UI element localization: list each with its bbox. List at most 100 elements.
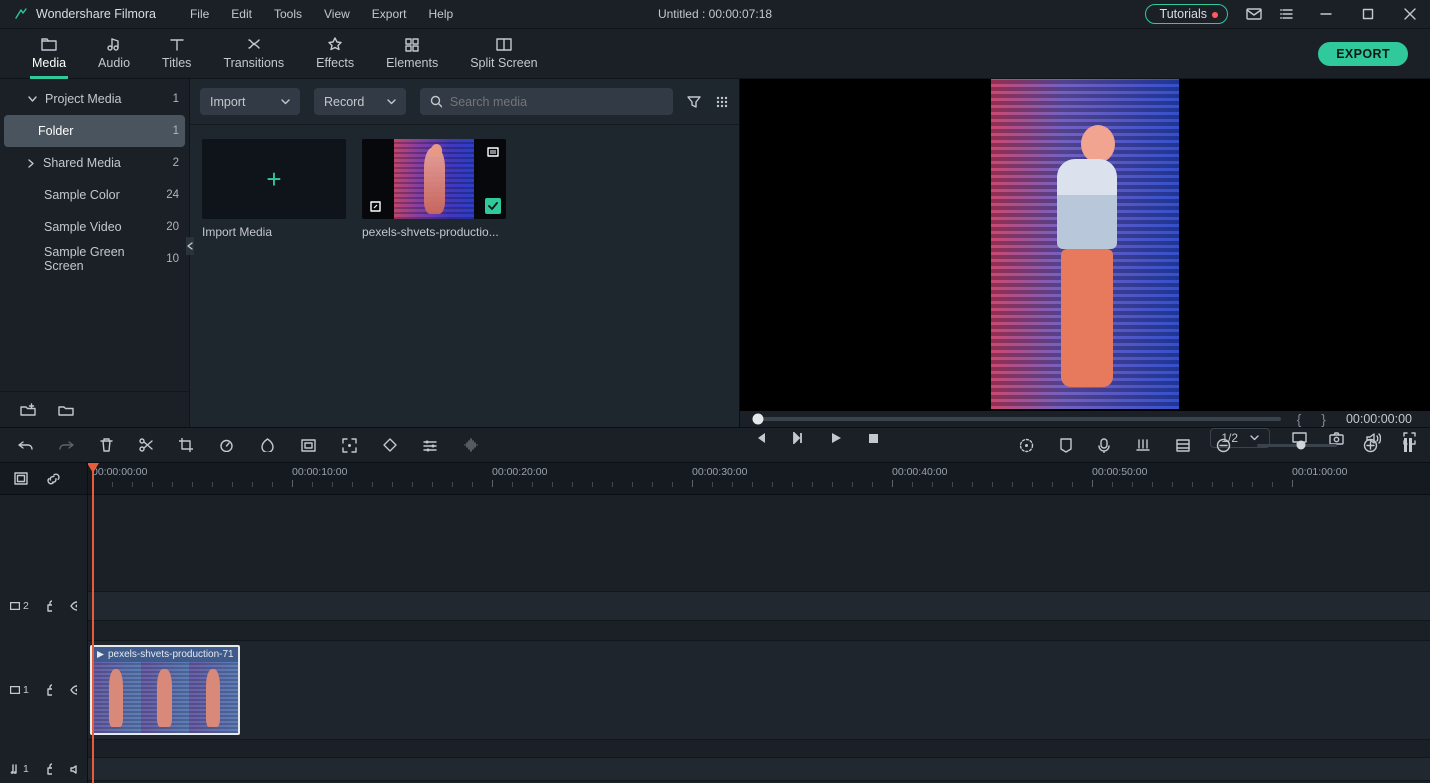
expand-icon[interactable] xyxy=(367,198,383,214)
play-pause-icon[interactable] xyxy=(792,432,804,444)
crop-icon[interactable] xyxy=(179,438,193,452)
timeline-select-icon[interactable] xyxy=(14,472,28,485)
zoom-fit-icon[interactable] xyxy=(1404,438,1412,452)
tree-sample-color[interactable]: Sample Color24 xyxy=(0,179,189,211)
audio-mixer-icon[interactable] xyxy=(1136,438,1150,452)
eye-icon[interactable] xyxy=(70,685,77,695)
media-clip-tile[interactable]: pexels-shvets-productio... xyxy=(362,139,506,239)
manage-tracks-icon[interactable] xyxy=(1176,439,1190,452)
preview-stage[interactable] xyxy=(740,79,1430,411)
clip-thumb[interactable] xyxy=(362,139,506,219)
track-lane-v2[interactable] xyxy=(88,591,1430,621)
ruler-tick: 00:00:10:00 xyxy=(292,466,347,478)
track-header-v1: 1 xyxy=(0,640,87,740)
scrub-handle[interactable] xyxy=(753,414,764,425)
zoom-out-icon[interactable] xyxy=(1216,438,1231,453)
lock-icon[interactable] xyxy=(47,763,53,775)
zoom-slider[interactable] xyxy=(1257,444,1337,447)
tab-audio[interactable]: Audio xyxy=(82,29,146,79)
lock-icon[interactable] xyxy=(47,600,52,612)
render-icon[interactable] xyxy=(1019,438,1034,453)
record-label: Record xyxy=(324,95,364,109)
new-folder-plus-icon[interactable] xyxy=(20,403,36,417)
color-icon[interactable] xyxy=(260,438,275,452)
minimize-button[interactable] xyxy=(1312,4,1340,24)
import-dropdown[interactable]: Import xyxy=(200,88,300,115)
redo-icon[interactable] xyxy=(59,439,74,452)
add-thumb[interactable]: + xyxy=(202,139,346,219)
menu-file[interactable]: File xyxy=(180,3,219,25)
mark-out-icon[interactable]: } xyxy=(1317,411,1330,427)
tab-split[interactable]: Split Screen xyxy=(454,29,553,79)
tree-shared-media[interactable]: Shared Media2 xyxy=(0,147,189,179)
export-button[interactable]: EXPORT xyxy=(1318,42,1408,66)
menu-export[interactable]: Export xyxy=(362,3,417,25)
playhead[interactable] xyxy=(92,463,94,783)
zoom-knob[interactable] xyxy=(1297,441,1306,450)
close-button[interactable] xyxy=(1396,4,1424,24)
messages-icon[interactable] xyxy=(1246,7,1262,21)
marker-icon[interactable] xyxy=(1060,438,1072,453)
collapse-sidebar-icon[interactable] xyxy=(186,237,194,255)
tree-project-media[interactable]: Project Media1 xyxy=(0,83,189,115)
eye-icon[interactable] xyxy=(70,601,77,611)
mark-in-icon[interactable]: { xyxy=(1293,411,1306,427)
library-grid: +Import Mediapexels-shvets-productio... xyxy=(190,125,739,427)
tutorials-button[interactable]: Tutorials xyxy=(1145,4,1228,24)
search-input[interactable] xyxy=(450,95,663,109)
lock-icon[interactable] xyxy=(47,684,52,696)
clip-type-icon xyxy=(485,144,501,160)
preview-time: 00:00:00:00 xyxy=(1346,412,1412,426)
timeline-link-icon[interactable] xyxy=(46,472,61,486)
import-media-tile[interactable]: +Import Media xyxy=(202,139,346,239)
split-icon[interactable] xyxy=(139,438,153,452)
motion-track-icon[interactable] xyxy=(342,438,357,453)
timeline-ruler[interactable]: 00:00:00:0000:00:10:0000:00:20:0000:00:3… xyxy=(88,463,1430,495)
search-media[interactable] xyxy=(420,88,673,115)
track-lane-v1[interactable]: pexels-shvets-production-71 xyxy=(88,640,1430,740)
undo-icon[interactable] xyxy=(18,439,33,452)
audio-wave-icon[interactable] xyxy=(463,438,479,452)
maximize-button[interactable] xyxy=(1354,4,1382,24)
ruler-tick: 00:00:50:00 xyxy=(1092,466,1147,478)
search-icon xyxy=(430,95,442,108)
library-panel: Project Media1Folder1Shared Media2Sample… xyxy=(0,79,740,427)
tree-sample-green-screen[interactable]: Sample Green Screen10 xyxy=(0,243,189,275)
ruler-tick: 00:00:00:00 xyxy=(92,466,147,478)
keyframe-icon[interactable] xyxy=(383,438,397,452)
track-lane-a1[interactable] xyxy=(88,757,1430,781)
menu-edit[interactable]: Edit xyxy=(221,3,262,25)
green-screen-icon[interactable] xyxy=(301,439,316,452)
tab-elements[interactable]: Elements xyxy=(370,29,454,79)
timeline-clip[interactable]: pexels-shvets-production-71 xyxy=(90,645,240,735)
grid-view-icon[interactable] xyxy=(715,95,729,109)
filter-icon[interactable] xyxy=(687,95,701,109)
tree-sample-video[interactable]: Sample Video20 xyxy=(0,211,189,243)
speed-icon[interactable] xyxy=(219,438,234,452)
new-folder-icon[interactable] xyxy=(58,403,74,417)
list-icon[interactable] xyxy=(1280,7,1294,21)
step-back-icon[interactable] xyxy=(754,432,766,444)
snapshot-icon[interactable] xyxy=(1329,432,1344,445)
tab-media[interactable]: Media xyxy=(16,29,82,79)
play-icon[interactable] xyxy=(830,432,842,444)
menu-view[interactable]: View xyxy=(314,3,360,25)
app-logo-icon xyxy=(14,7,28,21)
delete-icon[interactable] xyxy=(100,438,113,452)
scrub-track[interactable] xyxy=(758,417,1281,421)
voiceover-icon[interactable] xyxy=(1098,438,1110,453)
tab-titles[interactable]: Titles xyxy=(146,29,207,79)
record-dropdown[interactable]: Record xyxy=(314,88,406,115)
adjust-icon[interactable] xyxy=(423,439,437,452)
titlebar: Wondershare Filmora FileEditToolsViewExp… xyxy=(0,0,1430,29)
speaker-icon[interactable] xyxy=(70,764,77,775)
timeline-tracks[interactable]: 00:00:00:0000:00:10:0000:00:20:0000:00:3… xyxy=(88,463,1430,783)
track-a1-label: 1 xyxy=(10,763,29,775)
tab-effects[interactable]: Effects xyxy=(300,29,370,79)
tree-folder[interactable]: Folder1 xyxy=(4,115,185,147)
zoom-in-icon[interactable] xyxy=(1363,438,1378,453)
menu-tools[interactable]: Tools xyxy=(264,3,312,25)
stop-icon[interactable] xyxy=(868,433,879,444)
menu-help[interactable]: Help xyxy=(418,3,463,25)
tab-transitions[interactable]: Transitions xyxy=(207,29,300,79)
